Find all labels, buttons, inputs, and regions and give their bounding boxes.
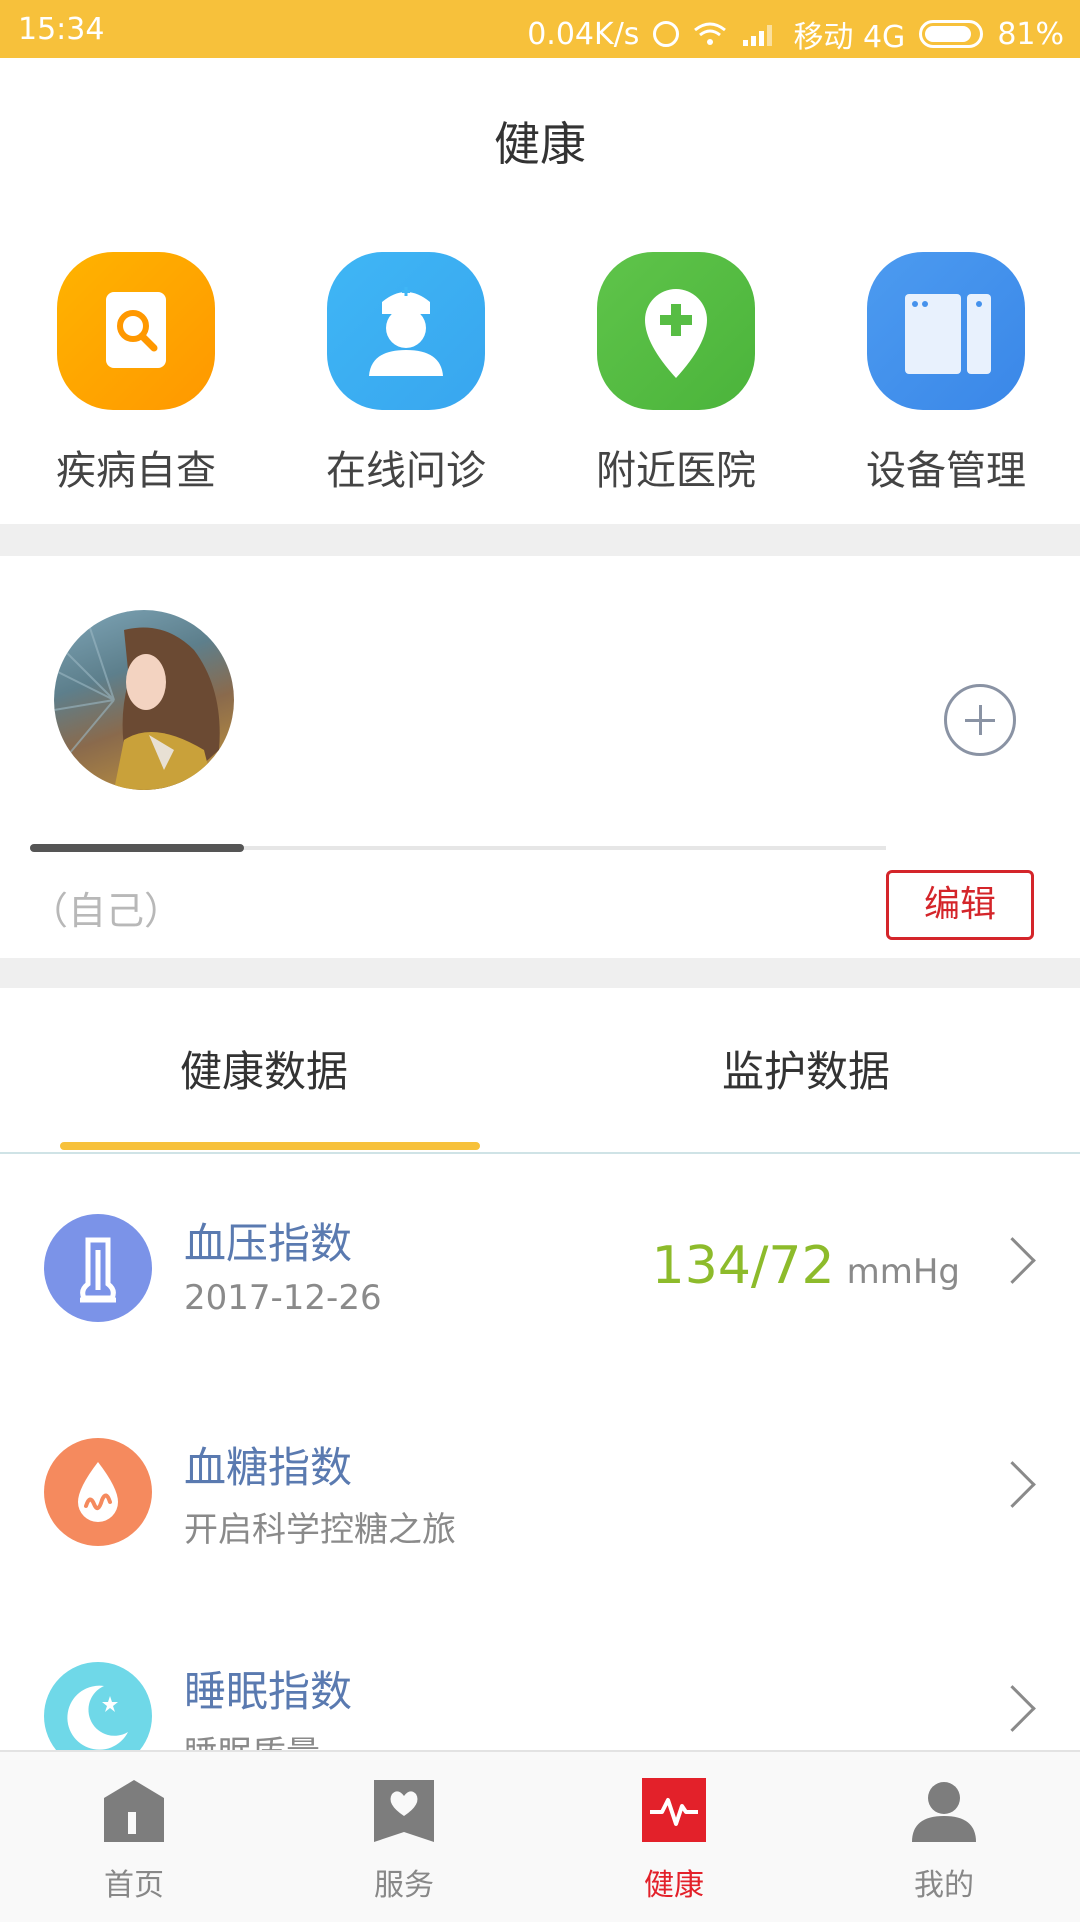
page-title: 健康 bbox=[494, 117, 586, 171]
edit-button[interactable]: 编辑 bbox=[886, 870, 1034, 940]
nav-home[interactable]: 首页 bbox=[64, 1778, 204, 1904]
network-speed: 0.04K/s bbox=[527, 16, 640, 52]
bp-value: 134/72 bbox=[651, 1236, 835, 1296]
battery-percent: 81% bbox=[997, 16, 1064, 52]
section-divider bbox=[0, 524, 1080, 556]
heart-card-icon bbox=[372, 1778, 436, 1842]
bp-unit: mmHg bbox=[846, 1252, 960, 1292]
item-title: 睡眠指数 bbox=[184, 1667, 353, 1716]
nav-label: 首页 bbox=[104, 1868, 164, 1903]
home-icon bbox=[102, 1778, 166, 1842]
status-bar: 15:34 0.04K/s 移动 4G 81% bbox=[0, 0, 1080, 58]
search-document-icon bbox=[57, 252, 215, 410]
nav-service[interactable]: 服务 bbox=[334, 1778, 474, 1904]
devices-icon bbox=[867, 252, 1025, 410]
quick-action-label: 疾病自查 bbox=[56, 448, 216, 494]
item-title: 血压指数 bbox=[184, 1219, 353, 1268]
quick-action-label: 设备管理 bbox=[866, 448, 1026, 494]
nav-label: 服务 bbox=[374, 1868, 434, 1903]
nav-mine[interactable]: 我的 bbox=[874, 1778, 1014, 1904]
tab-health-data[interactable]: 健康数据 bbox=[180, 1038, 348, 1099]
section-divider bbox=[0, 958, 1080, 988]
status-time: 15:34 bbox=[18, 12, 105, 47]
add-member-button[interactable] bbox=[944, 684, 1016, 756]
heartbeat-icon bbox=[642, 1778, 706, 1842]
item-date: 2017-12-26 bbox=[184, 1278, 382, 1318]
bp-reading: 134/72 mmHg bbox=[652, 1236, 960, 1296]
person-icon bbox=[912, 1778, 976, 1842]
list-item-blood-pressure[interactable]: 血压指数 2017-12-26 134/72 mmHg bbox=[0, 1214, 1080, 1414]
chevron-right-icon bbox=[989, 1237, 1036, 1284]
tab-monitor-data[interactable]: 监护数据 bbox=[722, 1038, 890, 1099]
wifi-icon bbox=[694, 22, 727, 45]
quick-actions: 疾病自查 在线问诊 附近医院 设备管理 bbox=[0, 252, 1080, 502]
nav-label: 我的 bbox=[914, 1868, 974, 1903]
nav-health[interactable]: 健康 bbox=[604, 1778, 744, 1904]
chevron-right-icon bbox=[989, 1685, 1036, 1732]
item-title: 血糖指数 bbox=[184, 1443, 353, 1492]
avatar[interactable] bbox=[54, 610, 234, 790]
quick-action-online-consult[interactable]: 在线问诊 bbox=[306, 252, 506, 496]
quick-action-label: 在线问诊 bbox=[326, 448, 486, 494]
bottom-navigation: 首页 服务 健康 我的 bbox=[0, 1750, 1080, 1922]
battery-icon bbox=[919, 20, 984, 48]
blood-drop-icon bbox=[44, 1438, 152, 1546]
carousel-indicator bbox=[30, 844, 244, 852]
doctor-icon bbox=[327, 252, 485, 410]
alarm-icon bbox=[653, 21, 680, 47]
quick-action-nearby-hospital[interactable]: 附近医院 bbox=[576, 252, 776, 496]
chevron-right-icon bbox=[989, 1461, 1036, 1508]
member-name: （自己） bbox=[30, 889, 183, 933]
tab-underline bbox=[0, 1152, 1080, 1154]
item-subtitle: 开启科学控糖之旅 bbox=[184, 1510, 456, 1550]
quick-action-device-manage[interactable]: 设备管理 bbox=[846, 252, 1046, 496]
carrier-label: 移动 4G bbox=[793, 20, 906, 55]
tab-active-indicator bbox=[60, 1142, 480, 1150]
quick-action-label: 附近医院 bbox=[596, 448, 756, 494]
nav-label: 健康 bbox=[644, 1868, 704, 1903]
quick-action-disease-check[interactable]: 疾病自查 bbox=[36, 252, 236, 496]
list-item-blood-sugar[interactable]: 血糖指数 开启科学控糖之旅 bbox=[0, 1438, 1080, 1638]
signal-icon bbox=[743, 25, 773, 46]
thermometer-icon bbox=[44, 1214, 152, 1322]
location-plus-icon bbox=[597, 252, 755, 410]
